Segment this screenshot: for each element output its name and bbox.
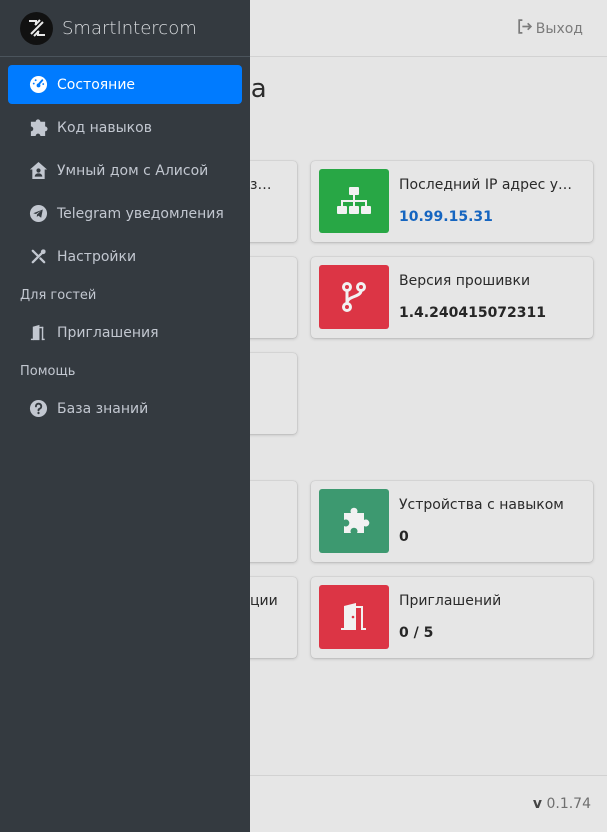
card-label: Приглашений — [399, 593, 502, 609]
sign-out-icon — [516, 18, 533, 39]
telegram-icon — [28, 204, 48, 224]
card-label: ции — [250, 593, 278, 609]
firmware-value: 1.4.240415072311 — [399, 305, 547, 321]
logout-button[interactable]: Выход — [516, 18, 583, 39]
sidebar-item-label: Настройки — [57, 248, 137, 265]
tools-icon — [28, 247, 48, 267]
sidebar-item-label: Приглашения — [57, 324, 159, 341]
card-label: Последний IP адрес ус… — [399, 177, 575, 193]
sidebar-item-telegram[interactable]: Telegram уведомления — [8, 194, 242, 233]
info-card-firmware: Версия прошивки 1.4.240415072311 — [311, 257, 593, 338]
sidebar: SmartIntercom Состояние Код навыков Умны… — [0, 0, 250, 832]
brand-name: SmartIntercom — [62, 17, 197, 39]
card-label: Версия прошивки — [399, 273, 531, 289]
sidebar-item-smart-home[interactable]: Умный дом с Алисой — [8, 151, 242, 190]
network-icon — [319, 169, 389, 233]
app-version: v 0.1.74 — [533, 796, 591, 812]
sidebar-item-label: Умный дом с Алисой — [57, 162, 209, 179]
last-ip-value[interactable]: 10.99.15.31 — [399, 209, 493, 225]
info-card-invitations: Приглашений 0 / 5 — [311, 577, 593, 658]
sidebar-item-settings[interactable]: Настройки — [8, 237, 242, 276]
info-card-last-ip: Последний IP адрес ус… 10.99.15.31 — [311, 161, 593, 242]
nav-header-guests: Для гостей — [20, 288, 97, 303]
sidebar-item-label: База знаний — [57, 400, 149, 417]
skill-devices-value: 0 — [399, 529, 409, 545]
sidebar-item-invitations[interactable]: Приглашения — [8, 313, 242, 352]
sidebar-item-status[interactable]: Состояние — [8, 65, 242, 104]
question-circle-icon — [28, 399, 48, 419]
sidebar-nav: Состояние Код навыков Умный дом с Алисой — [0, 57, 250, 428]
door-icon — [28, 323, 48, 343]
house-user-icon — [28, 161, 48, 181]
sidebar-item-skill-code[interactable]: Код навыков — [8, 108, 242, 147]
dashboard-icon — [28, 75, 48, 95]
brand-logo-icon — [20, 11, 53, 45]
sidebar-item-label: Код навыков — [57, 119, 152, 136]
puzzle-icon — [28, 118, 48, 138]
card-label: з… — [250, 177, 272, 193]
invitations-value: 0 / 5 — [399, 625, 434, 641]
version-number: 0.1.74 — [546, 796, 591, 812]
puzzle-icon — [319, 489, 389, 553]
sidebar-item-knowledge-base[interactable]: База знаний — [8, 389, 242, 428]
logout-label: Выход — [535, 20, 583, 37]
code-branch-icon — [319, 265, 389, 329]
sidebar-item-label: Telegram уведомления — [57, 205, 224, 222]
info-card-skill-devices: Устройства с навыком 0 — [311, 481, 593, 562]
nav-header-help: Помощь — [20, 364, 76, 379]
version-prefix: v — [532, 796, 543, 812]
brand-link[interactable]: SmartIntercom — [0, 0, 250, 57]
card-label: Устройства с навыком — [399, 497, 564, 513]
sidebar-item-label: Состояние — [57, 76, 136, 93]
door-icon — [319, 585, 389, 649]
